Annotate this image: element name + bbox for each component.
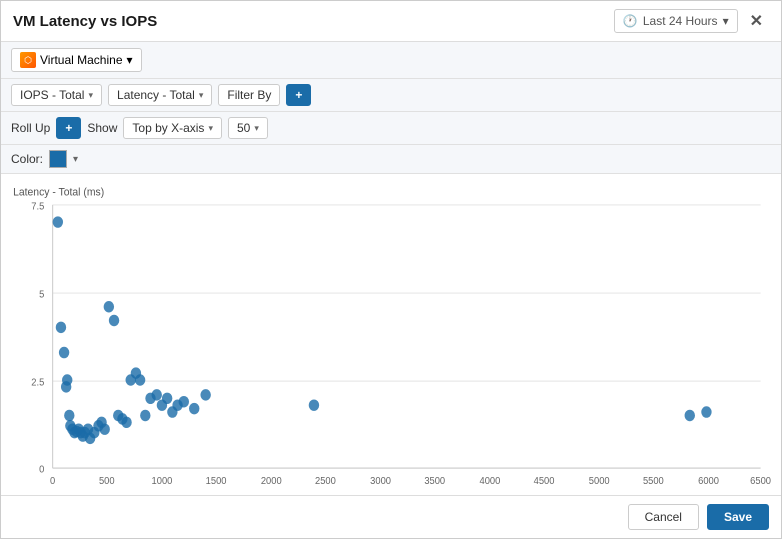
iops-caret: ▾	[88, 90, 93, 101]
iops-dropdown[interactable]: IOPS - Total ▾	[11, 84, 102, 106]
svg-text:5000: 5000	[589, 476, 610, 488]
top-count-dropdown[interactable]: 50 ▾	[228, 117, 268, 139]
data-point	[701, 406, 711, 417]
data-point	[109, 315, 119, 326]
toolbar-row1: ⬡ Virtual Machine ▾	[1, 42, 781, 79]
data-point	[135, 374, 145, 385]
cancel-button[interactable]: Cancel	[628, 504, 699, 530]
time-label: Last 24 Hours	[643, 14, 718, 28]
chart-area: Latency - Total (ms) 7.5 5 2.5 0 0 500 1…	[1, 174, 781, 495]
color-caret: ▾	[73, 154, 78, 165]
y-tick-7.5: 7.5	[31, 201, 45, 213]
vm-badge[interactable]: ⬡ Virtual Machine ▾	[11, 48, 142, 72]
filter-by-dropdown[interactable]: Filter By	[218, 84, 280, 106]
svg-text:500: 500	[99, 476, 115, 488]
data-point	[56, 322, 66, 333]
dialog-header: VM Latency vs IOPS 🕐 Last 24 Hours ▾ ✕	[1, 1, 781, 42]
footer: Cancel Save	[1, 495, 781, 538]
top-by-xaxis-dropdown[interactable]: Top by X-axis ▾	[123, 117, 222, 139]
latency-dropdown[interactable]: Latency - Total ▾	[108, 84, 212, 106]
vm-icon: ⬡	[20, 52, 36, 68]
roll-up-label: Roll Up	[11, 121, 50, 135]
dialog-title: VM Latency vs IOPS	[13, 13, 157, 30]
data-point	[121, 417, 131, 428]
vm-label: Virtual Machine	[40, 53, 123, 67]
time-selector[interactable]: 🕐 Last 24 Hours ▾	[614, 9, 738, 33]
svg-text:2000: 2000	[261, 476, 282, 488]
show-label: Show	[87, 121, 117, 135]
latency-caret: ▾	[199, 90, 204, 101]
top-count-label: 50	[237, 121, 250, 135]
data-point	[53, 216, 63, 227]
close-button[interactable]: ✕	[744, 9, 769, 33]
header-right: 🕐 Last 24 Hours ▾ ✕	[614, 9, 769, 33]
vm-dropdown-caret: ▾	[127, 53, 133, 67]
iops-dropdown-label: IOPS - Total	[20, 88, 84, 102]
data-point	[685, 410, 695, 421]
svg-text:1500: 1500	[206, 476, 227, 488]
top-by-xaxis-label: Top by X-axis	[132, 121, 204, 135]
data-point	[104, 301, 114, 312]
data-point	[140, 410, 150, 421]
data-point	[99, 423, 109, 434]
y-axis-label: Latency - Total (ms)	[13, 186, 104, 199]
color-label: Color:	[11, 152, 43, 166]
svg-text:1000: 1000	[152, 476, 173, 488]
data-point	[200, 389, 210, 400]
scatter-chart: Latency - Total (ms) 7.5 5 2.5 0 0 500 1…	[11, 182, 771, 491]
data-point	[62, 374, 72, 385]
svg-text:6500: 6500	[750, 476, 771, 488]
svg-text:4000: 4000	[479, 476, 500, 488]
data-point	[309, 399, 319, 410]
toolbar-row2: IOPS - Total ▾ Latency - Total ▾ Filter …	[1, 79, 781, 112]
color-swatch[interactable]	[49, 150, 67, 168]
data-point	[64, 410, 74, 421]
data-point	[179, 396, 189, 407]
svg-text:3500: 3500	[424, 476, 445, 488]
svg-text:4500: 4500	[534, 476, 555, 488]
data-point	[152, 389, 162, 400]
data-point	[189, 403, 199, 414]
dialog: VM Latency vs IOPS 🕐 Last 24 Hours ▾ ✕ ⬡…	[0, 0, 782, 539]
top-count-caret: ▾	[254, 123, 259, 134]
toolbar-row4: Color: ▾	[1, 145, 781, 174]
svg-text:2500: 2500	[315, 476, 336, 488]
svg-text:5500: 5500	[643, 476, 664, 488]
y-tick-0: 0	[39, 464, 45, 476]
top-by-xaxis-caret: ▾	[208, 123, 213, 134]
clock-icon: 🕐	[623, 14, 638, 28]
save-button[interactable]: Save	[707, 504, 769, 530]
filter-add-button[interactable]: +	[286, 84, 311, 106]
y-tick-5: 5	[39, 289, 45, 301]
data-point	[162, 393, 172, 404]
svg-text:6000: 6000	[698, 476, 719, 488]
roll-up-button[interactable]: +	[56, 117, 81, 139]
svg-text:0: 0	[50, 476, 56, 488]
chevron-down-icon: ▾	[723, 14, 729, 28]
svg-text:3000: 3000	[370, 476, 391, 488]
toolbar-row3: Roll Up + Show Top by X-axis ▾ 50 ▾	[1, 112, 781, 145]
data-point	[59, 347, 69, 358]
latency-dropdown-label: Latency - Total	[117, 88, 195, 102]
y-tick-2.5: 2.5	[31, 377, 45, 389]
filter-by-label: Filter By	[227, 88, 271, 102]
